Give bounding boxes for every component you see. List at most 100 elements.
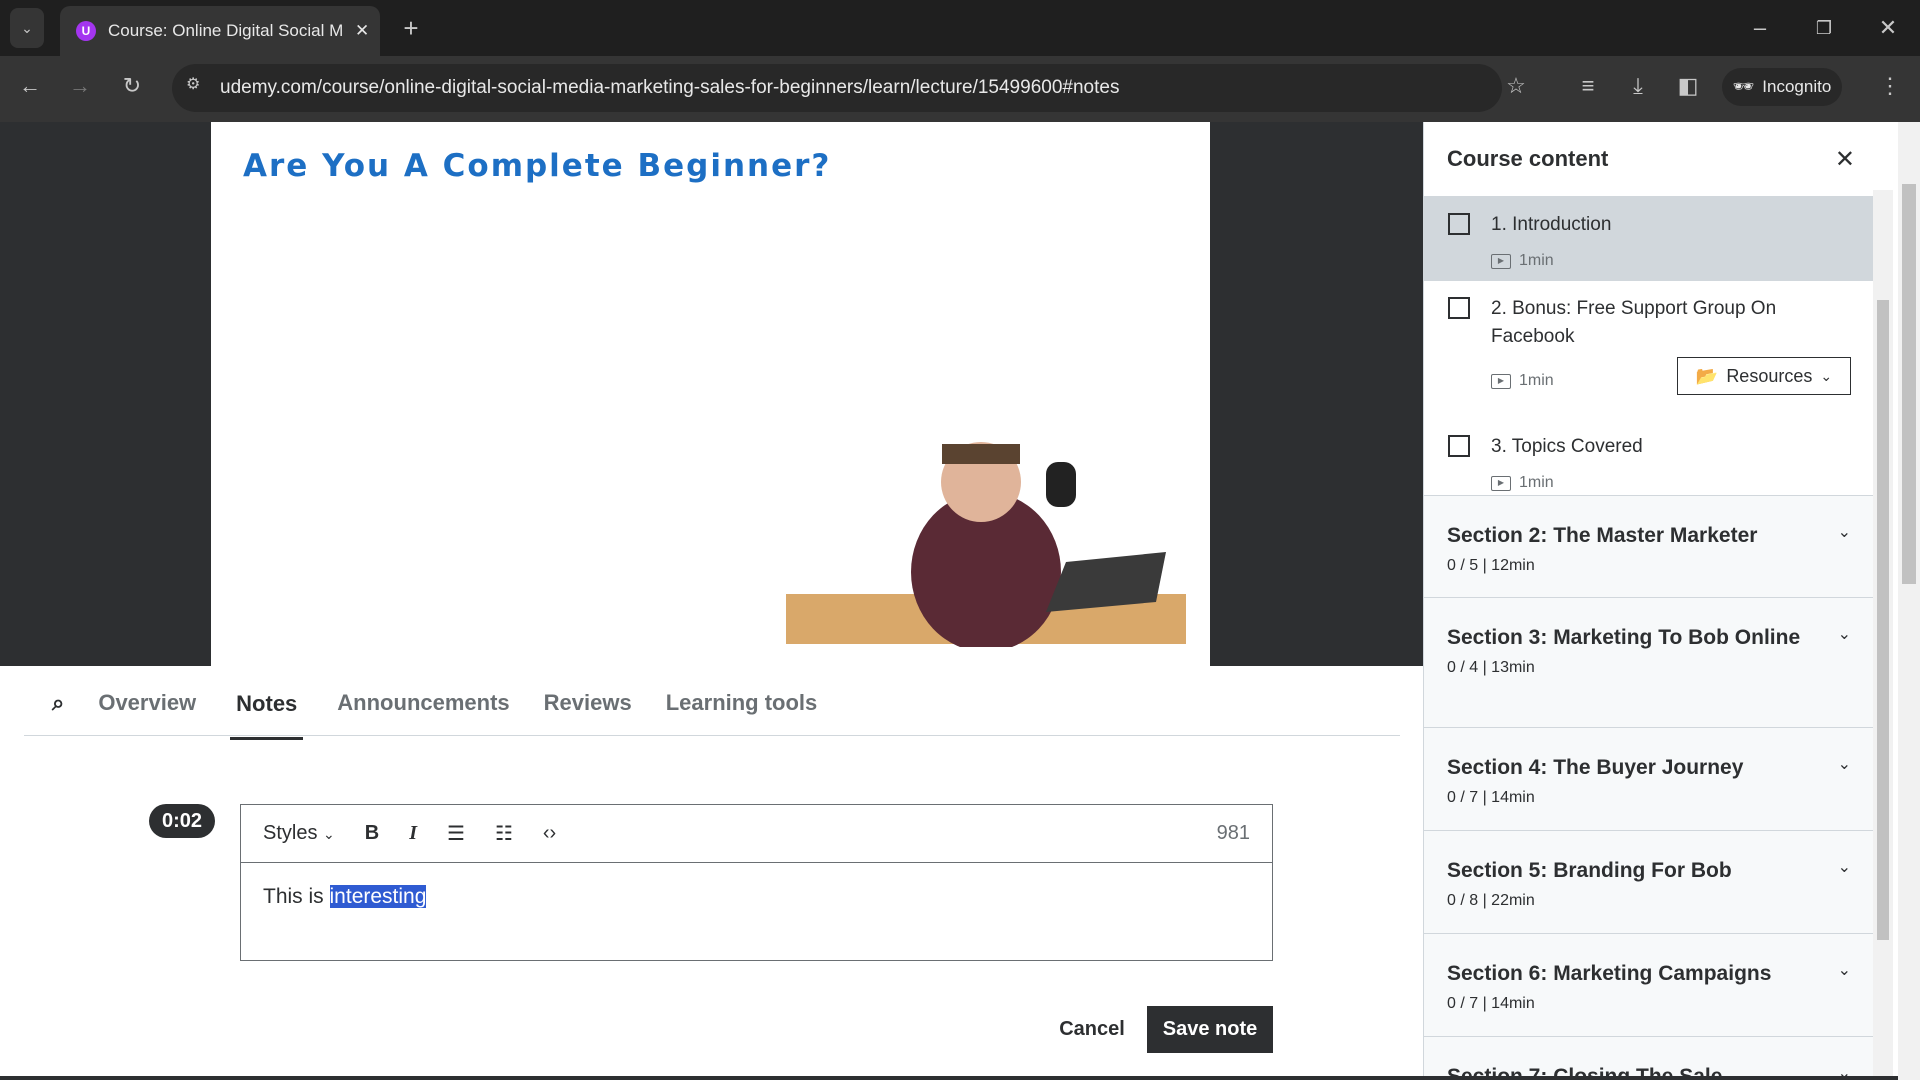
section-item[interactable]: Section 2: The Master Marketer 0 / 5 | 12… (1424, 496, 1873, 598)
resources-button[interactable]: 📂 Resources ⌄ (1677, 357, 1851, 395)
cancel-button[interactable]: Cancel (1050, 1006, 1134, 1053)
resources-label: Resources (1726, 366, 1813, 386)
profile-label: Incognito (1762, 77, 1832, 96)
ordered-list-icon[interactable]: ☰ (447, 821, 465, 846)
slide-title: Are You A Complete Beginner? (243, 148, 832, 184)
selected-text: interesting (329, 885, 427, 908)
section-meta: 0 / 8 | 22min (1447, 892, 1535, 909)
star-icon[interactable]: ☆ (1500, 70, 1532, 102)
lecture-title: 1. Introduction (1491, 214, 1612, 235)
note-text-area[interactable]: This is interesting (241, 863, 1272, 931)
character-count: 981 (1216, 822, 1250, 844)
tab-overview[interactable]: Overview (98, 690, 196, 716)
media-icon[interactable]: ≡ (1572, 70, 1604, 102)
tab-learning-tools[interactable]: Learning tools (666, 690, 818, 716)
restore-icon[interactable]: ❐ (1804, 12, 1844, 44)
lecture-item[interactable]: 3. Topics Covered ▶ 1min (1424, 419, 1873, 496)
section-title: Section 4: The Buyer Journey (1447, 756, 1744, 779)
lecture-tabs: ⌕ Overview Notes Announcements Reviews L… (24, 670, 1400, 740)
browser-tab-bar: ⌄ U Course: Online Digital Social M ✕ + … (0, 0, 1920, 56)
note-timestamp[interactable]: 0:02 (149, 804, 215, 838)
tab-title: Course: Online Digital Social M (108, 21, 343, 40)
browser-tab[interactable]: U Course: Online Digital Social M ✕ (60, 6, 380, 56)
page-scrollbar[interactable] (1898, 122, 1920, 1080)
folder-icon: 📂 (1695, 366, 1719, 386)
section-item[interactable]: Section 5: Branding For Bob 0 / 8 | 22min… (1424, 831, 1873, 934)
minimize-icon[interactable]: – (1740, 12, 1780, 44)
section-meta: 0 / 7 | 14min (1447, 789, 1535, 806)
incognito-badge[interactable]: 🕶 Incognito (1722, 68, 1842, 106)
reload-icon[interactable]: ↻ (116, 70, 148, 102)
chevron-down-icon: ⌄ (1837, 756, 1851, 773)
sidebar-scrollbar[interactable] (1873, 190, 1893, 1080)
section-title: Section 5: Branding For Bob (1447, 859, 1732, 882)
url-text: udemy.com/course/online-digital-social-m… (220, 77, 1120, 98)
sidebar-header: Course content ✕ (1424, 122, 1873, 197)
chevron-down-icon: ⌄ (1837, 626, 1851, 643)
tab-announcements[interactable]: Announcements (337, 690, 509, 716)
section-item[interactable]: Section 3: Marketing To Bob Online 0 / 4 … (1424, 598, 1873, 728)
section-title: Section 3: Marketing To Bob Online (1447, 626, 1801, 649)
sidebar-title: Course content (1447, 146, 1609, 171)
download-icon[interactable]: ⤓ (1622, 70, 1654, 102)
search-icon[interactable]: ⌕ (52, 690, 64, 716)
section-meta: 0 / 5 | 12min (1447, 557, 1535, 574)
video-icon: ▶ (1491, 253, 1511, 269)
address-bar[interactable]: ⚙ udemy.com/course/online-digital-social… (172, 64, 1502, 112)
scrollbar-thumb[interactable] (1877, 300, 1889, 940)
section-item[interactable]: Section 7: Closing The Sale ⌄ (1424, 1037, 1873, 1080)
lecture-duration: 1min (1519, 252, 1554, 269)
course-content-sidebar: Course content ✕ 1. Introduction ▶ 1min 2… (1423, 122, 1873, 1080)
lecture-duration: 1min (1519, 372, 1554, 389)
site-info-icon[interactable]: ⚙ (186, 74, 200, 94)
chevron-down-icon: ⌄ (323, 826, 335, 842)
forward-icon[interactable]: → (64, 70, 96, 102)
chevron-down-icon: ⌄ (1837, 962, 1851, 979)
new-tab-icon[interactable]: + (396, 12, 426, 44)
tab-search-button[interactable]: ⌄ (10, 8, 44, 48)
chevron-down-icon: ⌄ (1820, 368, 1833, 384)
section-title: Section 6: Marketing Campaigns (1447, 962, 1772, 985)
back-icon[interactable]: ← (14, 70, 46, 102)
note-text: This is (263, 885, 330, 908)
bottom-edge (0, 1076, 1898, 1080)
video-icon: ▶ (1491, 475, 1511, 491)
lecture-item[interactable]: 2. Bonus: Free Support Group On Facebook… (1424, 281, 1873, 419)
instructor-video-frame (786, 442, 1186, 647)
save-note-button[interactable]: Save note (1147, 1006, 1273, 1053)
video-player[interactable] (211, 122, 1210, 666)
bulleted-list-icon[interactable]: ☷ (495, 821, 513, 846)
scrollbar-thumb[interactable] (1902, 184, 1916, 584)
video-icon: ▶ (1491, 373, 1511, 389)
section-item[interactable]: Section 6: Marketing Campaigns 0 / 7 | 14… (1424, 934, 1873, 1037)
side-panel-icon[interactable]: ◧ (1672, 70, 1704, 102)
close-icon[interactable]: ✕ (1835, 145, 1855, 174)
close-tab-icon[interactable]: ✕ (355, 21, 369, 41)
editor-toolbar: Styles ⌄ B I ☰ ☷ ‹› 981 (241, 805, 1272, 863)
checkbox[interactable] (1448, 297, 1470, 319)
menu-icon[interactable]: ⋮ (1874, 70, 1906, 102)
tab-notes[interactable]: Notes (230, 669, 304, 740)
italic-icon[interactable]: I (409, 822, 417, 845)
styles-label: Styles (263, 822, 318, 844)
tab-reviews[interactable]: Reviews (544, 690, 632, 716)
lecture-item[interactable]: 1. Introduction ▶ 1min (1424, 197, 1873, 281)
lecture-title: 2. Bonus: Free Support Group On Facebook (1491, 298, 1777, 347)
chevron-down-icon: ⌄ (1837, 524, 1851, 541)
note-editor: Styles ⌄ B I ☰ ☷ ‹› 981 This is interest… (240, 804, 1273, 961)
chevron-down-icon: ⌄ (1837, 859, 1851, 876)
section-item[interactable]: Section 4: The Buyer Journey 0 / 7 | 14mi… (1424, 728, 1873, 831)
lecture-duration: 1min (1519, 474, 1554, 491)
checkbox[interactable] (1448, 435, 1470, 457)
section-meta: 0 / 7 | 14min (1447, 995, 1535, 1012)
udemy-favicon-icon: U (76, 21, 96, 41)
bold-icon[interactable]: B (365, 822, 379, 845)
section-meta: 0 / 4 | 13min (1447, 659, 1535, 676)
lecture-title: 3. Topics Covered (1491, 436, 1643, 457)
code-icon[interactable]: ‹› (543, 822, 556, 845)
close-window-icon[interactable]: ✕ (1868, 12, 1908, 44)
incognito-icon: 🕶 (1732, 77, 1755, 96)
checkbox[interactable] (1448, 213, 1470, 235)
styles-dropdown[interactable]: Styles ⌄ (263, 822, 335, 845)
section-title: Section 2: The Master Marketer (1447, 524, 1758, 547)
